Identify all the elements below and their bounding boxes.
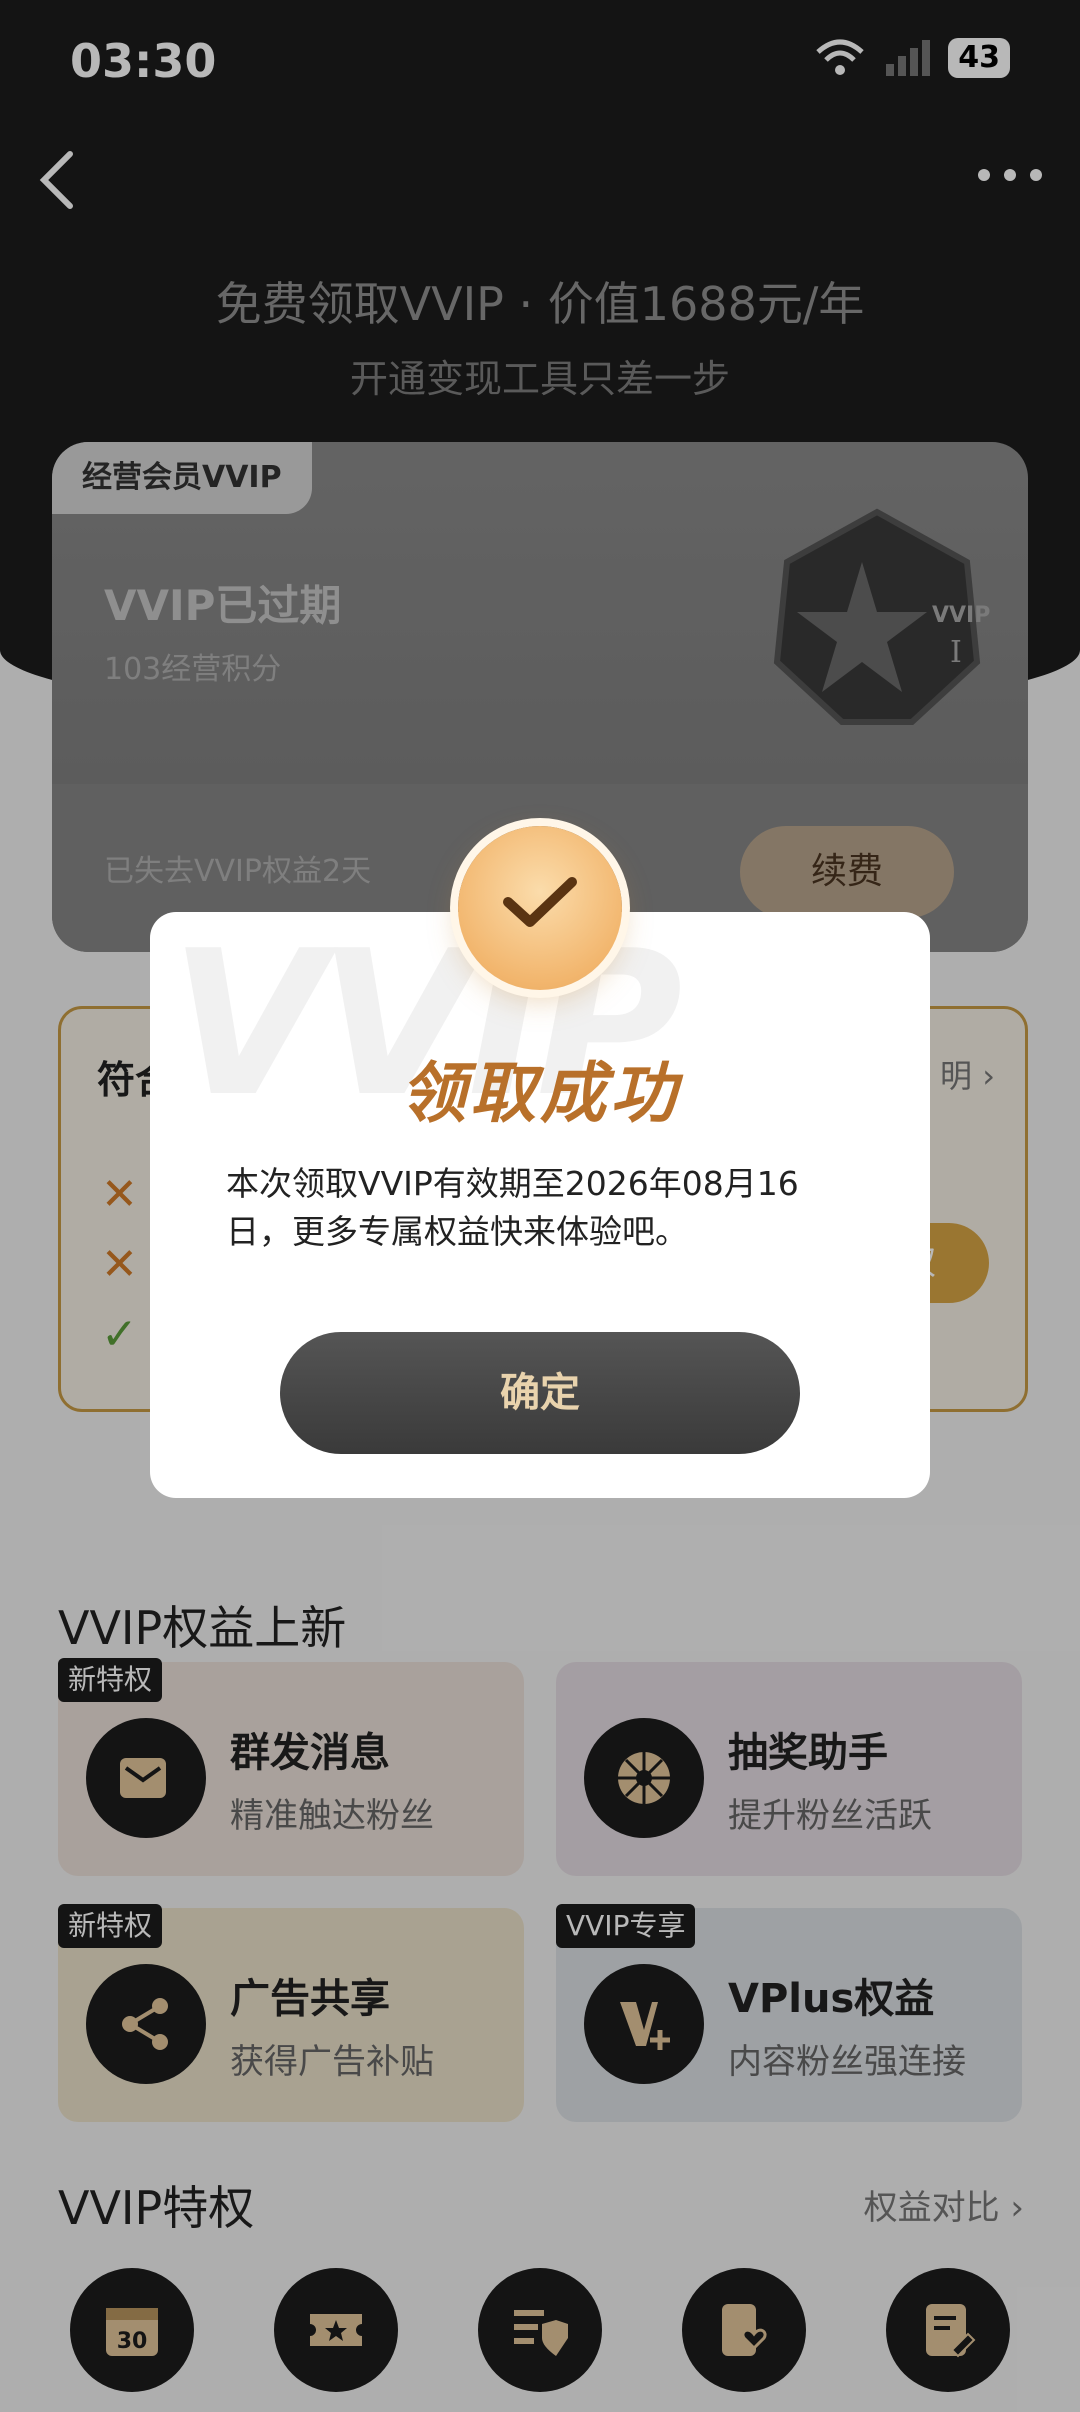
success-modal: VVIP 领取成功 本次领取VVIP有效期至2026年08月16日，更多专属权益… (150, 826, 930, 1498)
modal-message: 本次领取VVIP有效期至2026年08月16日，更多专属权益快来体验吧。 (226, 1164, 799, 1251)
success-check-icon (458, 826, 622, 990)
checkmark-icon (503, 877, 577, 927)
confirm-button[interactable]: 确定 (280, 1332, 800, 1454)
modal-title: 领取成功 (400, 1055, 680, 1132)
